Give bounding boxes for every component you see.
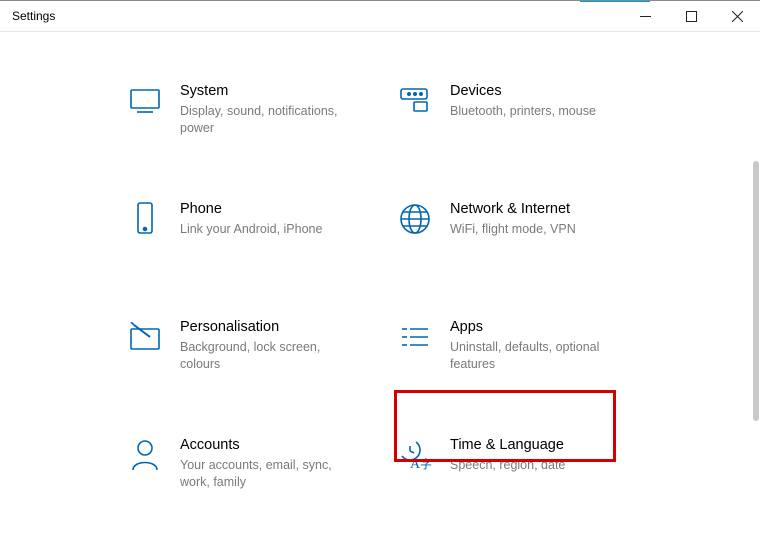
close-icon <box>732 11 743 22</box>
tile-desc: Your accounts, email, sync, work, family <box>180 457 350 491</box>
maximize-icon <box>686 11 697 22</box>
tile-title: Time & Language <box>450 436 565 455</box>
scrollbar-thumb[interactable] <box>753 161 759 421</box>
tile-desc: WiFi, flight mode, VPN <box>450 221 576 238</box>
tile-network[interactable]: Network & Internet WiFi, flight mode, VP… <box>398 200 648 264</box>
tile-text: Time & Language Speech, region, date <box>450 436 565 474</box>
tile-title: Phone <box>180 200 322 219</box>
network-icon <box>398 202 432 236</box>
minimize-icon <box>640 11 651 22</box>
devices-icon <box>398 84 432 118</box>
tile-text: Network & Internet WiFi, flight mode, VP… <box>450 200 576 238</box>
tile-text: Apps Uninstall, defaults, optional featu… <box>450 318 620 373</box>
maximize-button[interactable] <box>668 1 714 31</box>
close-button[interactable] <box>714 1 760 31</box>
minimize-button[interactable] <box>622 1 668 31</box>
tile-text: Accounts Your accounts, email, sync, wor… <box>180 436 350 491</box>
tile-title: Personalisation <box>180 318 350 337</box>
system-icon <box>128 84 162 118</box>
tile-desc: Background, lock screen, colours <box>180 339 350 373</box>
tile-title: Apps <box>450 318 620 337</box>
tile-title: Network & Internet <box>450 200 576 219</box>
tile-accounts[interactable]: Accounts Your accounts, email, sync, wor… <box>128 436 378 500</box>
tile-desc: Bluetooth, printers, mouse <box>450 103 596 120</box>
personalisation-icon <box>128 320 162 354</box>
tile-phone[interactable]: Phone Link your Android, iPhone <box>128 200 378 264</box>
phone-icon <box>128 202 162 236</box>
tile-title: Devices <box>450 82 596 101</box>
tile-title: System <box>180 82 350 101</box>
tile-text: Phone Link your Android, iPhone <box>180 200 322 238</box>
tile-apps[interactable]: Apps Uninstall, defaults, optional featu… <box>398 318 648 382</box>
content-area: System Display, sound, notifications, po… <box>0 32 752 538</box>
tile-system[interactable]: System Display, sound, notifications, po… <box>128 82 378 146</box>
tile-title: Accounts <box>180 436 350 455</box>
window-title: Settings <box>12 9 55 23</box>
accounts-icon <box>128 438 162 472</box>
time-language-icon: A字 <box>398 438 432 472</box>
svg-text:字: 字 <box>420 456 432 471</box>
tile-time-language[interactable]: A字 Time & Language Speech, region, date <box>398 436 648 500</box>
settings-grid: System Display, sound, notifications, po… <box>128 82 752 538</box>
tile-personalisation[interactable]: Personalisation Background, lock screen,… <box>128 318 378 382</box>
accent-strip <box>580 0 650 2</box>
tile-desc: Speech, region, date <box>450 457 565 474</box>
tile-text: Personalisation Background, lock screen,… <box>180 318 350 373</box>
settings-window: Settings System Display, sound, notifica… <box>0 0 760 538</box>
tile-devices[interactable]: Devices Bluetooth, printers, mouse <box>398 82 648 146</box>
apps-icon <box>398 320 432 354</box>
tile-text: Devices Bluetooth, printers, mouse <box>450 82 596 120</box>
titlebar: Settings <box>0 1 760 32</box>
tile-text: System Display, sound, notifications, po… <box>180 82 350 137</box>
tile-desc: Uninstall, defaults, optional features <box>450 339 620 373</box>
tile-desc: Display, sound, notifications, power <box>180 103 350 137</box>
window-controls <box>622 1 760 31</box>
tile-desc: Link your Android, iPhone <box>180 221 322 238</box>
